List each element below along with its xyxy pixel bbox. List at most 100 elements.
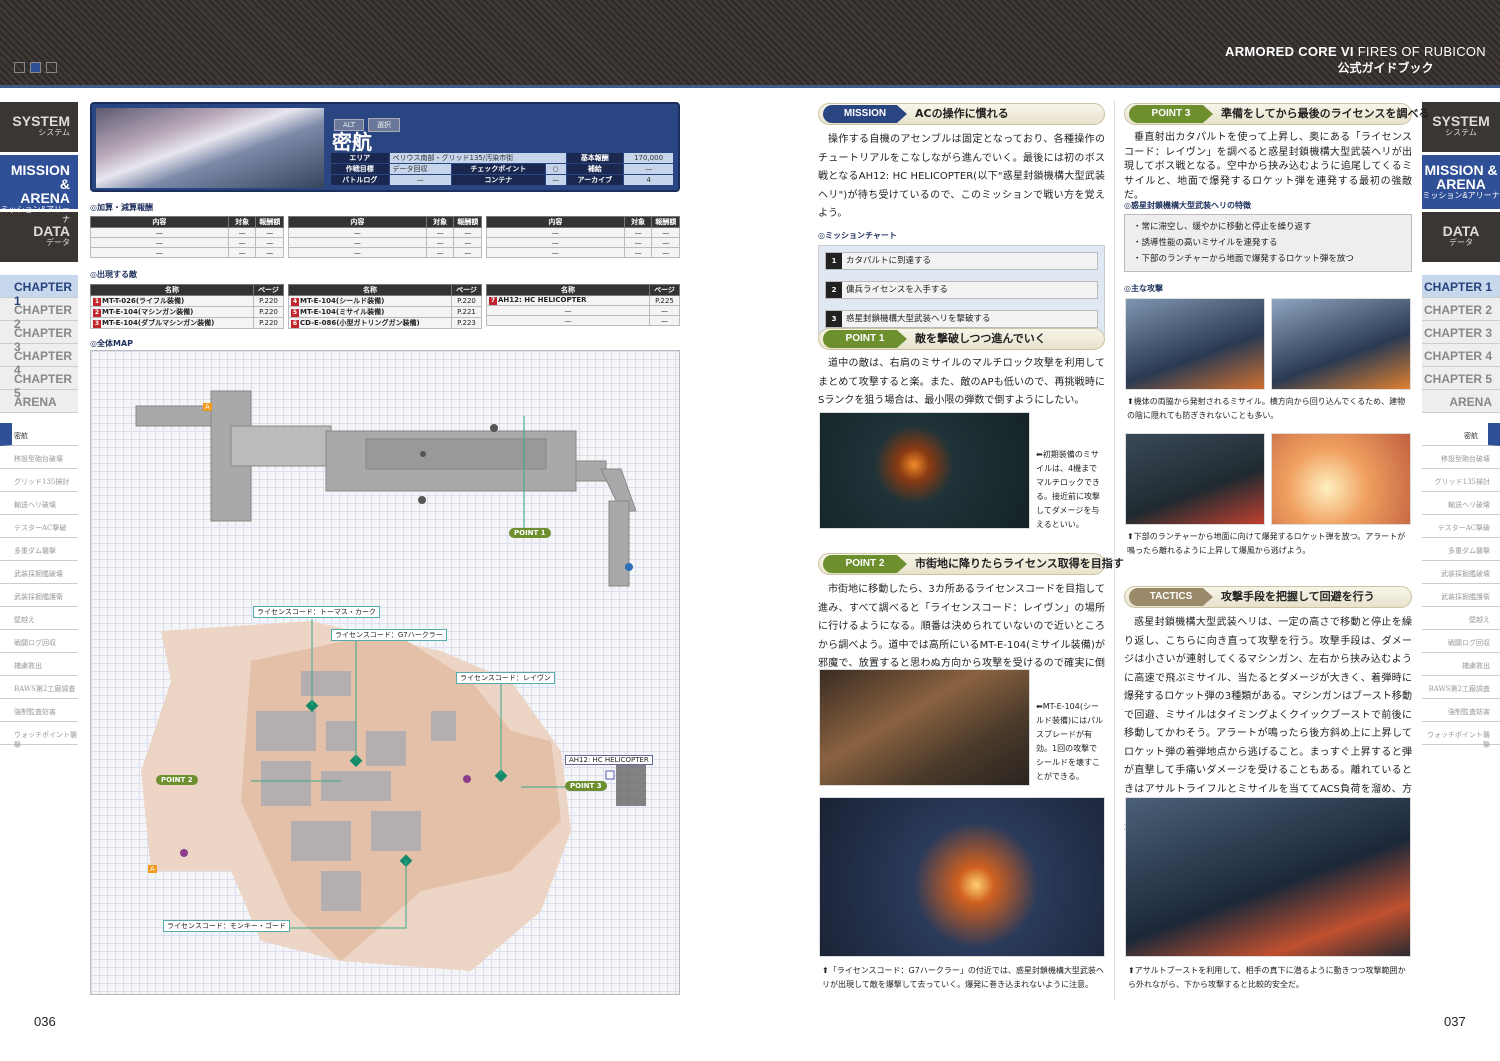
mission-item[interactable]: 戦闘ログ回収 — [0, 630, 78, 653]
mission-item[interactable]: グリッド135掃討 — [1422, 469, 1500, 492]
attack-caption-1: ⬆機体の両脇から発射されるミサイル。横方向から回り込んでくるため、建物の陰に隠れ… — [1127, 397, 1406, 420]
chapter-item[interactable]: ARENA — [1422, 390, 1500, 413]
tab-system[interactable]: SYSTEM システム — [1422, 102, 1500, 152]
header-square — [46, 62, 57, 73]
mission-item[interactable]: 移設型砲台破壊 — [1422, 446, 1500, 469]
chapter-item[interactable]: CHAPTER 2 — [1422, 298, 1500, 321]
overall-map: POINT 1 POINT 2 POINT 3 ライセンスコード：トーマス・カー… — [90, 350, 680, 995]
tab-data[interactable]: DATA データ — [1422, 212, 1500, 262]
rewards-table: 内容 対象 報酬額 — — — — — — — — — — [288, 216, 482, 258]
enemy-number-badge: 4 — [291, 298, 299, 306]
label-monkey-gordo: ライセンスコード：モンキー・ゴード — [163, 920, 290, 932]
attack-caption-2: ⬆下部のランチャーから地面に向けて爆発するロケット弾を放つ。アラートが鳴ったら離… — [1127, 532, 1406, 555]
tab-mission-arena[interactable]: MISSION & ARENA ミッション&アリーナ — [1422, 155, 1500, 209]
mission-item[interactable]: BAWS第2工廠調査 — [1422, 676, 1500, 699]
chart-heading: ◎ミッションチャート — [818, 230, 897, 240]
attacks-heading: ◎主な攻撃 — [1124, 283, 1412, 294]
table-row: 7 AH12: HC HELICOPTER P.225 — [486, 295, 680, 306]
mission-item[interactable]: ウォッチポイント襲撃 — [1422, 722, 1500, 749]
mission-item[interactable]: 輸送ヘリ破壊 — [1422, 492, 1500, 515]
table-row: — — — — [90, 237, 284, 248]
right-sidebar: SYSTEM システム MISSION & ARENA ミッション&アリーナ DATA… — [1422, 102, 1500, 749]
chapter-item[interactable]: CHAPTER 4 — [0, 344, 78, 377]
screenshot-attack-1b — [1271, 298, 1411, 390]
mission-text: 操作する自機のアセンブルは固定となっており、各種操作のチュートリアルをこなしなが… — [818, 134, 1105, 219]
mission-item[interactable]: 捕虜救出 — [0, 653, 78, 676]
enemies-heading: ◎出現する敵 — [90, 270, 137, 279]
enemy-number-badge: 1 — [93, 298, 101, 306]
mission-item[interactable]: 捕虜救出 — [1422, 653, 1500, 676]
start-marker: A — [148, 865, 157, 873]
mission-item[interactable]: 武装採掘艦破壊 — [1422, 561, 1500, 584]
mission-item[interactable]: 密航 — [1422, 423, 1500, 446]
goal-marker — [625, 563, 633, 571]
mission-item[interactable]: 壁越え — [0, 607, 78, 630]
tag-select: 選択 — [368, 118, 401, 132]
mission-item[interactable]: 強制監査妨害 — [1422, 699, 1500, 722]
mission-item[interactable]: 戦闘ログ回収 — [1422, 630, 1500, 653]
mission-item[interactable]: 武装採掘艦破壊 — [0, 561, 78, 584]
table-row: 4 MT-E-104(シールド装備) P.220 — [288, 295, 482, 307]
enemy-number-badge: 5 — [291, 309, 299, 317]
mission-item[interactable]: 移設型砲台破壊 — [0, 446, 78, 469]
chapter-item[interactable]: CHAPTER 1 — [1422, 275, 1500, 298]
chapter-item[interactable]: CHAPTER 1 — [0, 275, 78, 308]
table-row: — — — — [288, 247, 482, 258]
chapter-item[interactable]: CHAPTER 5 — [1422, 367, 1500, 390]
features-box: ・常に滞空し、緩やかに移動と停止を繰り返す ・誘導性能の高いミサイルを連発する ・下… — [1124, 214, 1412, 272]
table-row: — — — [486, 315, 680, 326]
mission-item[interactable]: 武装採掘艦護衛 — [0, 584, 78, 607]
label-thomas-kirk: ライセンスコード：トーマス・カーク — [253, 606, 380, 618]
point1-text: 道中の敵は、右肩のミサイルのマルチロック攻撃を利用してまとめて攻撃すると楽。また… — [818, 358, 1105, 406]
mission-item[interactable]: 強制監査妨害 — [0, 699, 78, 722]
mission-item[interactable]: グリッド135掃討 — [0, 469, 78, 492]
screenshot-attack-2a — [1125, 433, 1265, 525]
facility-upper — [135, 390, 637, 587]
point1-section: POINT 1 敵を撃破しつつ進んでいく 道中の敵は、右肩のミサイルのマルチロック… — [818, 328, 1105, 411]
brand-bold: ARMORED CORE VI — [1225, 44, 1354, 59]
screenshot-bombing — [819, 797, 1105, 957]
mission-item[interactable]: 輸送ヘリ破壊 — [0, 492, 78, 515]
screenshot-attack-2b — [1271, 433, 1411, 525]
tab-system[interactable]: SYSTEM システム — [0, 102, 78, 152]
chapter-item[interactable]: CHAPTER 5 — [0, 367, 78, 400]
mission-item[interactable]: ウォッチポイント襲撃 — [0, 722, 78, 749]
tactics-caption: ⬆アサルトブーストを利用して、相手の真下に潜るように動きつつ攻撃範囲から外れなが… — [1128, 966, 1406, 989]
mission-item[interactable]: 多重ダム襲撃 — [1422, 538, 1500, 561]
header-square — [14, 62, 25, 73]
point2-caption: ⬅MT-E-104(シールド装備)にはパルスブレードが有効。1回の攻撃でシールド… — [1036, 702, 1104, 781]
mission-section: MISSION ACの操作に慣れる 操作する自機のアセンブルは固定となっており、各… — [818, 103, 1105, 335]
chapter-item[interactable]: CHAPTER 4 — [1422, 344, 1500, 367]
chapter-item[interactable]: ARENA — [0, 390, 78, 413]
brand-subtitle: 公式ガイドブック — [1337, 61, 1434, 75]
screenshot-missile — [819, 412, 1030, 529]
start-marker: A — [203, 403, 212, 411]
page-number-right: 037 — [1444, 1014, 1466, 1029]
enemy-number-badge: 3 — [93, 320, 101, 328]
mission-item[interactable]: 武装採掘艦護衛 — [1422, 584, 1500, 607]
page-number-left: 036 — [34, 1014, 56, 1029]
label-raven: ライセンスコード：レイヴン — [456, 672, 555, 684]
rewards-table: 内容 対象 報酬額 — — — — — — — — — — [90, 216, 284, 258]
mission-thumbnail — [96, 108, 324, 188]
rewards-heading: ◎加算・減算報酬 — [90, 203, 153, 212]
mission-item[interactable]: BAWS第2工廠調査 — [0, 676, 78, 699]
mission-item[interactable]: 密航 — [0, 423, 78, 446]
chapter-item[interactable]: CHAPTER 3 — [0, 321, 78, 354]
mission-item[interactable]: 壁越え — [1422, 607, 1500, 630]
mission-item[interactable]: テスターAC撃破 — [0, 515, 78, 538]
point3-section: POINT 3 準備をしてから最後のライセンスを調べる 垂直射出カタパルトを使って… — [1124, 103, 1429, 204]
table-row: 6 CD-E-086(小型ガトリングガン装備) P.223 — [288, 317, 482, 329]
tab-mission-arena[interactable]: MISSION & ARENA ミッション&アリーナ — [0, 155, 78, 224]
enemy-number-badge: 6 — [291, 320, 299, 328]
brand-title: ARMORED CORE VI FIRES OF RUBICON 公式ガイドブッ… — [1225, 44, 1486, 76]
chapter-item[interactable]: CHAPTER 3 — [1422, 321, 1500, 344]
table-row: 3 MT-E-104(ダブルマシンガン装備) P.220 — [90, 317, 284, 329]
mission-item[interactable]: 多重ダム襲撃 — [0, 538, 78, 561]
mission-item[interactable]: テスターAC撃破 — [1422, 515, 1500, 538]
screenshot-tactics — [1125, 797, 1411, 957]
table-row: — — — — [90, 247, 284, 258]
enemy-number-badge: 2 — [93, 309, 101, 317]
label-helicopter: AH12: HC HELICOPTER — [565, 755, 653, 765]
chapter-item[interactable]: CHAPTER 2 — [0, 298, 78, 331]
